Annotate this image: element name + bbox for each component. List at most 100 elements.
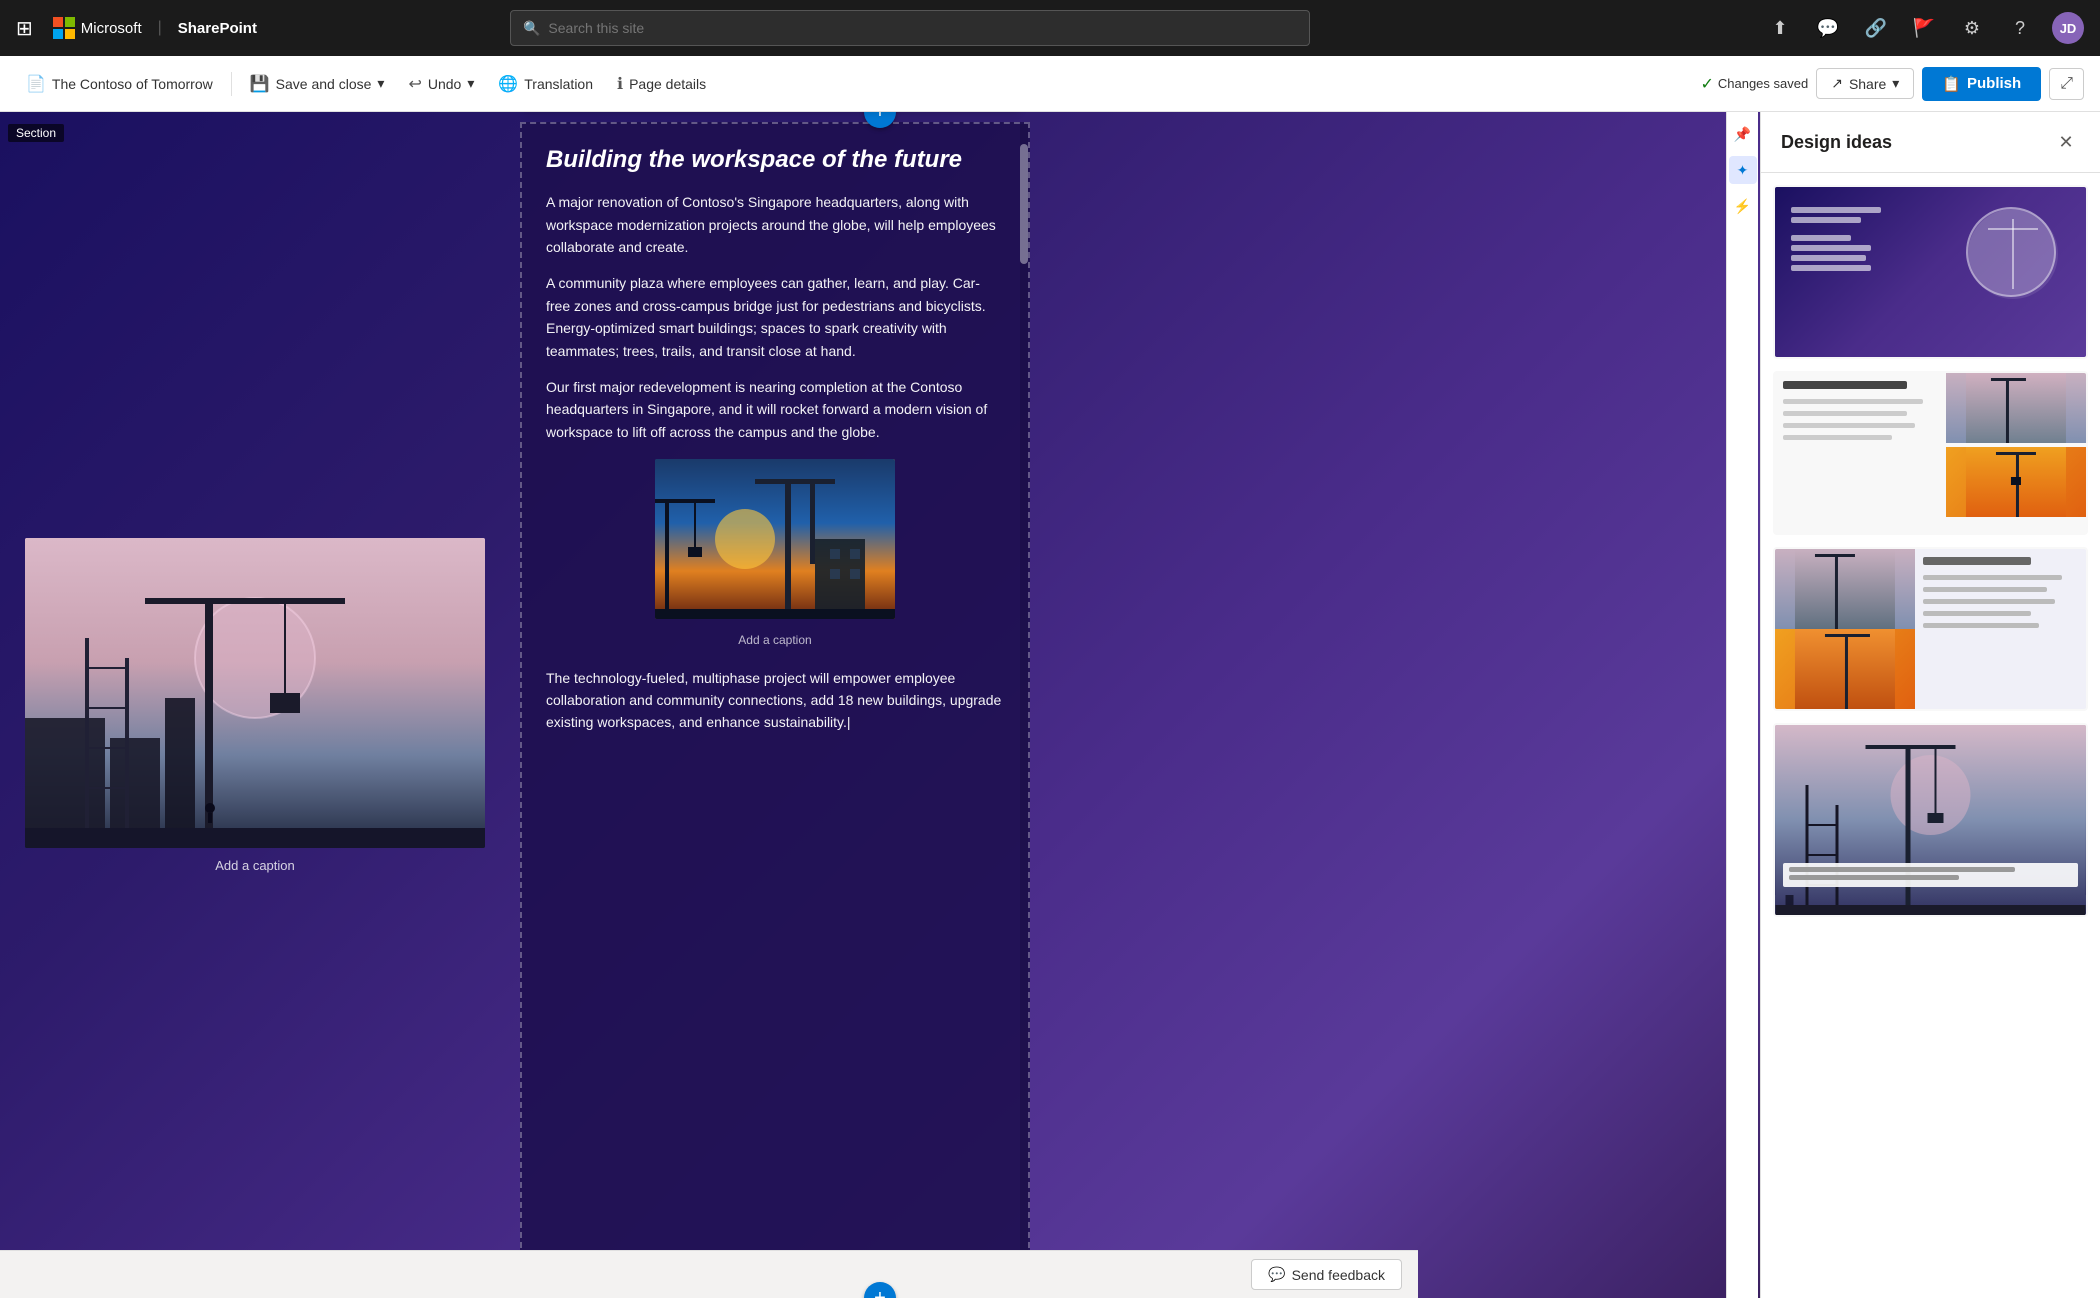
dc1-line-6 — [1791, 265, 1871, 271]
text-editor-panel[interactable]: ✥ ⧉ 🗑 No spacing ▾ ▾ A ▾ — [520, 122, 1030, 1288]
expand-button[interactable]: ⤢ — [2049, 68, 2084, 100]
check-icon: ✓ — [1700, 74, 1713, 94]
design-ideas-title: Design ideas — [1781, 132, 1892, 153]
design-card-2[interactable] — [1773, 371, 2088, 535]
translation-button[interactable]: 🌐 Translation — [488, 68, 603, 100]
dc1-circle — [1966, 207, 2056, 297]
nav-help-icon[interactable]: ? — [2004, 12, 2036, 44]
dc3-img-1 — [1775, 549, 1915, 629]
close-design-ideas-button[interactable]: ✕ — [2052, 128, 2080, 156]
main-layout: + Section — [0, 112, 2100, 1298]
dc1-line-1 — [1791, 207, 1881, 213]
dc4-caption-box — [1783, 863, 2078, 887]
dc2-crane-svg-2 — [1946, 447, 2086, 517]
changes-saved-status: ✓ Changes saved — [1700, 74, 1808, 94]
nav-separator: | — [158, 19, 162, 37]
nav-icon-group: ⬆ 💬 🔗 🚩 ⚙ ? JD — [1764, 12, 2084, 44]
design-ideas-list — [1761, 173, 2100, 1298]
rail-filter-button[interactable]: ⚡ — [1729, 192, 1757, 220]
save-close-button[interactable]: 💾 Save and close ▾ — [240, 68, 395, 100]
publish-button[interactable]: 📋 Publish — [1922, 67, 2041, 101]
left-construction-image — [25, 538, 485, 848]
scrollbar-track[interactable] — [1020, 124, 1028, 1286]
undo-button[interactable]: ↩ Undo ▾ — [398, 68, 484, 100]
dc3-line-1 — [1923, 575, 2063, 580]
design-card-3-image — [1775, 549, 2086, 709]
dc2-line-3 — [1783, 423, 1915, 428]
article-text-content[interactable]: Building the workspace of the future A m… — [522, 124, 1028, 1286]
save-icon: 💾 — [250, 74, 270, 94]
toolbar-right-group: ✓ Changes saved ↗ Share ▾ 📋 Publish ⤢ — [1700, 67, 2084, 101]
rail-pin-button[interactable]: 📌 — [1729, 120, 1757, 148]
scrollbar-thumb[interactable] — [1020, 144, 1028, 264]
waffle-icon[interactable]: ⊞ — [16, 16, 33, 41]
dc3-images-col — [1775, 549, 1915, 709]
changes-saved-label: Changes saved — [1718, 76, 1808, 91]
dc3-text-col — [1915, 549, 2086, 709]
page-details-icon: ℹ — [617, 74, 623, 94]
dc3-svg-1 — [1775, 549, 1915, 629]
dc2-title-line — [1783, 381, 1907, 389]
inline-construction-image — [655, 459, 895, 619]
nav-network-icon[interactable]: 🔗 — [1860, 12, 1892, 44]
design-card-3[interactable] — [1773, 547, 2088, 711]
publish-icon: 📋 — [1942, 75, 1961, 93]
page-canvas: + Section — [0, 112, 1760, 1298]
dc2-line-1 — [1783, 399, 1923, 404]
top-nav-bar: ⊞ Microsoft | SharePoint 🔍 ⬆ 💬 🔗 🚩 ⚙ ? J… — [0, 0, 2100, 56]
dc2-layout — [1775, 373, 2086, 533]
page-details-label: Page details — [629, 76, 706, 92]
page-icon-button[interactable]: 📄 The Contoso of Tomorrow — [16, 68, 223, 100]
translation-label: Translation — [524, 76, 593, 92]
crane-silhouette-svg — [25, 538, 485, 848]
nav-chat-icon[interactable]: 💬 — [1812, 12, 1844, 44]
left-image-caption: Add a caption — [215, 858, 295, 873]
dc3-img-2 — [1775, 629, 1915, 709]
ms-logo-blue — [53, 29, 63, 39]
save-close-chevron: ▾ — [377, 75, 384, 92]
ms-app-name: Microsoft — [81, 20, 142, 37]
page-details-button[interactable]: ℹ Page details — [607, 68, 716, 100]
design-card-4[interactable] — [1773, 723, 2088, 917]
dc3-line-3 — [1923, 599, 2055, 604]
article-paragraph-1: A major renovation of Contoso's Singapor… — [546, 191, 1004, 258]
nav-upload-icon[interactable]: ⬆ — [1764, 12, 1796, 44]
design-card-1[interactable] — [1773, 185, 2088, 359]
dc3-svg-2 — [1775, 629, 1915, 709]
user-avatar[interactable]: JD — [2052, 12, 2084, 44]
bottom-feedback-area: 💬 Send feedback — [0, 1250, 1418, 1298]
article-paragraph-2: A community plaza where employees can ga… — [546, 272, 1004, 362]
share-label: Share — [1849, 76, 1886, 92]
nav-flag-icon[interactable]: 🚩 — [1908, 12, 1940, 44]
undo-label: Undo — [428, 76, 461, 92]
dc2-img-2 — [1946, 447, 2086, 517]
send-feedback-button[interactable]: 💬 Send feedback — [1251, 1259, 1402, 1290]
page-title-label: The Contoso of Tomorrow — [52, 76, 213, 92]
ms-logo-red — [53, 17, 63, 27]
dc2-crane-svg-1 — [1946, 373, 2086, 443]
dc1-line-3 — [1791, 235, 1851, 241]
ms-logo-grid — [53, 17, 75, 39]
left-image-column: Add a caption — [0, 112, 510, 1298]
dc1-text-lines — [1791, 207, 1881, 271]
ms-logo-green — [65, 17, 75, 27]
dc4-main-image — [1775, 725, 2086, 895]
inline-image-caption: Add a caption — [546, 631, 1004, 650]
feedback-icon: 💬 — [1268, 1266, 1285, 1283]
share-button[interactable]: ↗ Share ▾ — [1816, 68, 1914, 99]
article-paragraph-4: The technology-fueled, multiphase projec… — [546, 667, 1004, 734]
article-body: A major renovation of Contoso's Singapor… — [546, 191, 1004, 734]
search-bar[interactable]: 🔍 — [510, 10, 1310, 46]
rail-design-button[interactable]: ✦ — [1729, 156, 1757, 184]
ms-logo-yellow — [65, 29, 75, 39]
share-icon: ↗ — [1831, 75, 1843, 92]
section-label: Section — [8, 124, 64, 142]
right-rail: 📌 ✦ ⚡ — [1726, 112, 1758, 1298]
inline-image-container: Add a caption — [546, 459, 1004, 651]
article-paragraph-3: Our first major redevelopment is nearing… — [546, 376, 1004, 443]
nav-settings-icon[interactable]: ⚙ — [1956, 12, 1988, 44]
search-input[interactable] — [548, 20, 1297, 36]
dc3-line-2 — [1923, 587, 2047, 592]
sharepoint-label: SharePoint — [178, 20, 257, 37]
section-area: + Section — [0, 112, 1760, 1298]
